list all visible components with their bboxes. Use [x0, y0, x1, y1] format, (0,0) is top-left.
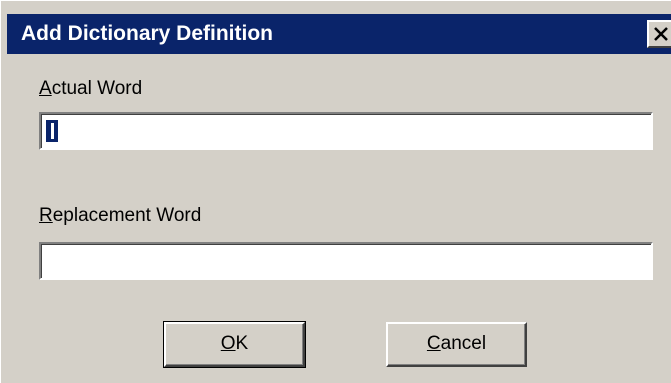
title-bar: Add Dictionary Definition — [7, 14, 671, 54]
actual-word-label: Actual Word — [39, 78, 143, 99]
ok-button[interactable]: OK — [163, 321, 306, 368]
replacement-word-input[interactable] — [44, 246, 646, 274]
cancel-button[interactable]: Cancel — [386, 322, 527, 367]
add-dictionary-definition-dialog: Add Dictionary Definition Actual Word Re… — [0, 0, 671, 383]
close-icon — [654, 27, 668, 41]
replacement-word-field[interactable] — [39, 242, 653, 280]
actual-word-field[interactable] — [39, 112, 653, 150]
actual-word-input[interactable] — [44, 116, 646, 144]
window-title: Add Dictionary Definition — [21, 22, 273, 45]
replacement-word-label: Replacement Word — [39, 205, 202, 226]
close-button[interactable] — [647, 20, 671, 48]
